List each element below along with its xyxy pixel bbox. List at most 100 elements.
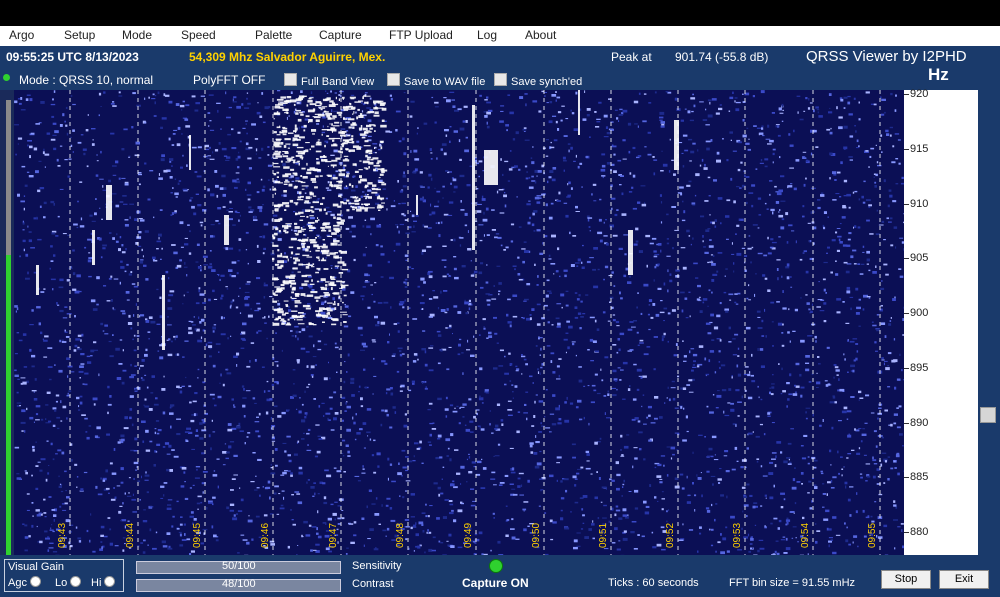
time-label: 09:50 [531,522,543,549]
save-wav-checkbox[interactable]: Save to WAV file [387,73,485,88]
app-title: QRSS Viewer by I2PHD [806,48,967,65]
contrast-value: 48/100 [222,578,256,590]
freq-tick [904,313,909,314]
freq-label: 915 [910,142,929,155]
info-bar: 09:55:25 UTC 8/13/2023 54,309 Mhz Salvad… [0,46,1000,70]
freq-label: 890 [910,416,929,429]
radio-icon[interactable] [70,576,82,587]
freq-tick [904,477,909,479]
scrollbar-thumb[interactable] [980,407,996,423]
mode-label: Mode : QRSS 10, normal [19,73,154,87]
signal-trace [674,120,679,170]
signal-trace [162,275,165,350]
radio-icon[interactable] [104,576,116,587]
freq-label: 905 [910,252,929,265]
polyfft-status[interactable]: PolyFFT OFF [193,73,265,87]
frequency-scrollbar[interactable] [978,90,1000,555]
freq-label: 895 [910,361,929,374]
waterfall-display[interactable]: 09:43 09:44 09:45 09:46 09:47 09:48 09:49 09:50… [14,90,904,555]
menu-argo[interactable]: Argo [9,28,34,42]
freq-tick [904,148,909,150]
hi-radio[interactable]: Hi [91,576,116,589]
freq-label: 880 [910,526,929,538]
station-name: 54,309 Mhz Salvador Aguirre, Mex. [189,50,386,64]
waterfall-canvas [14,90,904,555]
exit-button[interactable]: Exit [939,570,989,589]
peak-label: Peak at [611,50,652,64]
full-band-label: Full Band View [301,76,375,88]
save-synch-checkbox[interactable]: Save synch'ed [494,73,582,88]
freq-label: 900 [910,307,929,319]
signal-trace [36,265,39,295]
freq-label: 910 [910,197,929,210]
sensitivity-value: 50/100 [222,560,256,572]
save-wav-label: Save to WAV file [404,76,486,88]
signal-trace [106,185,112,220]
time-label: 09:55 [867,522,879,549]
signal-trace [189,135,191,170]
freq-tick [904,94,909,95]
signal-trace [416,195,418,215]
visual-gain-group: Visual Gain Agc Lo Hi [4,559,124,592]
freq-tick [904,367,909,369]
menu-setup[interactable]: Setup [64,28,95,42]
visual-gain-label: Visual Gain [8,561,65,573]
peak-value: 901.74 (-55.8 dB) [675,50,769,64]
time-label: 09:43 [57,522,69,549]
level-meter-fill [6,255,11,555]
menu-about[interactable]: About [525,28,556,42]
status-led-icon [3,74,10,81]
signal-trace [484,150,498,185]
menu-capture[interactable]: Capture [319,28,362,42]
bottom-bar: Visual Gain Agc Lo Hi 50/100 Sensitivity… [0,555,1000,597]
ticks-label: Ticks : 60 seconds [608,577,699,589]
time-label: 09:48 [395,522,407,549]
control-bar: Mode : QRSS 10, normal PolyFFT OFF Full … [0,65,1000,90]
time-label: 09:52 [665,522,677,549]
full-band-checkbox[interactable]: Full Band View [284,73,374,88]
time-label: 09:47 [328,522,340,549]
lo-label: Lo [55,577,68,589]
menu-palette[interactable]: Palette [255,28,292,42]
freq-tick [904,203,909,205]
sensitivity-label: Sensitivity [352,560,402,572]
sensitivity-slider[interactable]: 50/100 [136,560,341,574]
time-label: 09:54 [800,522,812,549]
freq-tick [904,532,909,533]
unit-label: Hz [928,65,949,84]
datetime: 09:55:25 UTC 8/13/2023 [6,50,139,64]
freq-label: 920 [910,88,929,100]
agc-label: Agc [8,577,27,589]
radio-icon[interactable] [30,576,42,587]
time-label: 09:51 [598,522,610,549]
lo-radio[interactable]: Lo [55,576,82,589]
stop-button[interactable]: Stop [881,570,931,589]
menu-bar: Argo Setup Mode Speed Palette Capture FT… [0,26,1000,46]
signal-blob [272,95,388,326]
time-label: 09:45 [192,522,204,549]
contrast-slider[interactable]: 48/100 [136,578,341,592]
checkbox-icon[interactable] [387,73,400,86]
signal-trace [628,230,633,275]
menu-ftp-upload[interactable]: FTP Upload [389,28,453,42]
agc-radio[interactable]: Agc [8,576,42,589]
checkbox-icon[interactable] [284,73,297,86]
signal-trace [224,215,229,245]
capture-led-icon [489,559,503,573]
fft-bin-label: FFT bin size = 91.55 mHz [729,577,856,589]
menu-log[interactable]: Log [477,28,497,42]
time-label: 09:46 [260,522,272,549]
freq-tick [904,422,909,424]
freq-tick [904,258,909,260]
hi-label: Hi [91,577,102,589]
frequency-scale: 920 915 910 905 900 895 890 885 880 [904,88,978,555]
signal-trace [578,90,580,135]
noise-texture [14,90,904,555]
signal-trace [92,230,95,265]
time-label: 09:44 [125,522,137,549]
menu-speed[interactable]: Speed [181,28,216,42]
checkbox-icon[interactable] [494,73,507,86]
signal-trace [472,105,475,250]
menu-mode[interactable]: Mode [122,28,152,42]
time-label: 09:49 [463,522,475,549]
